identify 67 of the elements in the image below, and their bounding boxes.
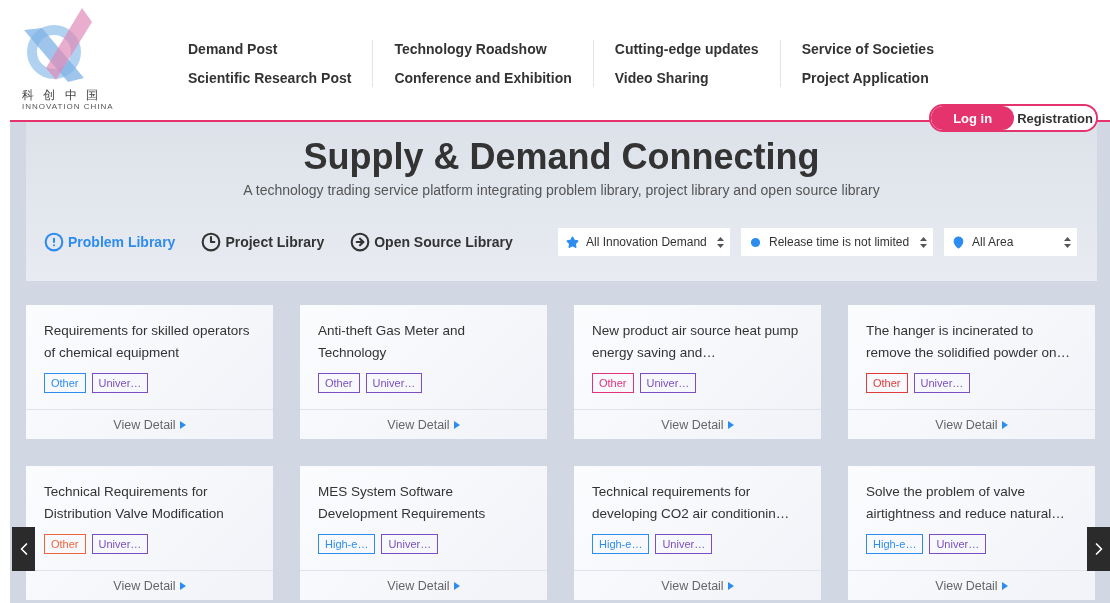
play-icon (453, 420, 460, 429)
logo-english-text: INNOVATION CHINA (22, 102, 114, 112)
card-title: Solve the problem of valve airtightness and reduce natural… (865, 483, 1066, 523)
category-tag: High-e… (318, 534, 376, 554)
category-tag: Other (866, 373, 908, 393)
view-detail-link[interactable]: View Detail (387, 578, 460, 593)
filter-dropdown[interactable]: All Innovation Demand (558, 228, 730, 256)
category-tag: Other (592, 373, 634, 393)
play-icon (727, 420, 734, 429)
card-title: MES System Software Development Requirements (317, 483, 487, 523)
hero-title: Supply & Demand Connecting (303, 136, 820, 178)
category-tag: Univer… (929, 534, 987, 554)
sort-caret-icon (920, 236, 927, 248)
category-tag: High-e… (592, 534, 650, 554)
category-tag: Univer… (381, 534, 439, 554)
play-icon (453, 581, 460, 590)
card-title: Requirements for skilled operators of chemical equipment (43, 322, 251, 362)
nav-link[interactable]: Conference and Exhibition (394, 69, 572, 87)
nav-link[interactable]: Video Sharing (614, 69, 759, 87)
category-tag: Univer… (91, 534, 149, 554)
view-detail-link[interactable]: View Detail (935, 417, 1008, 432)
category-tag: Other (44, 534, 86, 554)
nav-link[interactable]: Technology Roadshow (394, 40, 572, 58)
filter-dropdown[interactable]: Release time is not limited (741, 228, 933, 256)
category-tag: High-e… (866, 534, 924, 554)
play-icon (179, 581, 186, 590)
next-button[interactable] (1087, 527, 1110, 571)
card-title: Technical requirements for developing CO2 air conditionin… (591, 483, 791, 523)
card-title: The hanger is incinerated to remove the solidified powder on… (865, 322, 1072, 362)
view-detail-link[interactable]: View Detail (387, 417, 460, 432)
view-detail-link[interactable]: View Detail (661, 417, 734, 432)
view-detail-link[interactable]: View Detail (113, 417, 186, 432)
category-tag: Univer… (655, 534, 713, 554)
category-tag: Univer… (639, 373, 697, 393)
play-icon (1001, 420, 1008, 429)
category-tag: Univer… (365, 373, 423, 393)
card-title: New product air source heat pump energy saving and… (591, 322, 800, 362)
library-tab[interactable]: Open Source Library (350, 232, 513, 252)
logo-chinese-text: 科 创 中 国 (22, 88, 101, 102)
card-title: Anti-theft Gas Meter and Technology (317, 322, 467, 362)
map-pin-icon (952, 235, 965, 249)
login-button[interactable]: Log in (931, 106, 1015, 130)
hero-subtitle: A technology trading service platform integrating problem library, project library and open source library (243, 182, 880, 198)
sort-caret-icon (1064, 236, 1071, 248)
view-detail-link[interactable]: View Detail (661, 578, 734, 593)
play-icon (179, 420, 186, 429)
view-detail-link[interactable]: View Detail (935, 578, 1008, 593)
nav-link[interactable]: Demand Post (188, 40, 352, 58)
star-icon (566, 235, 579, 249)
arrow-circle-icon (350, 232, 371, 252)
play-icon (727, 581, 734, 590)
nav-link[interactable]: Project Application (801, 69, 934, 87)
previous-button[interactable] (12, 527, 35, 571)
nav-link[interactable]: Cutting-edge updates (614, 40, 759, 58)
nav-link[interactable]: Scientific Research Post (188, 69, 352, 87)
library-tab[interactable]: Project Library (201, 232, 325, 252)
category-tag: Univer… (913, 373, 971, 393)
card-title: Technical Requirements for Distribution Valve Modification (43, 483, 225, 523)
category-tag: Other (44, 373, 86, 393)
filter-dropdown[interactable]: All Area (944, 228, 1077, 256)
play-icon (1001, 581, 1008, 590)
category-tag: Other (318, 373, 360, 393)
view-detail-link[interactable]: View Detail (113, 578, 186, 593)
category-tag: Univer… (91, 373, 149, 393)
sort-caret-icon (717, 236, 724, 248)
alert-circle-icon (44, 232, 64, 252)
nav-link[interactable]: Service of Societies (801, 40, 934, 58)
